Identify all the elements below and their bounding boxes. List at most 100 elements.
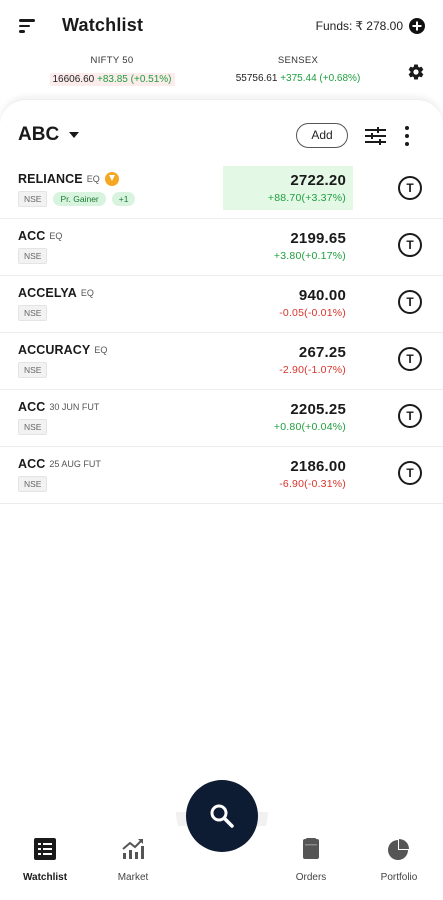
symbol-name: ACCELYA: [18, 286, 77, 300]
table-row[interactable]: RELIANCE EQ NSE Pr. Gainer +1 2722.20 +8…: [0, 162, 443, 219]
nav-label: Market: [117, 872, 149, 883]
menu-icon[interactable]: [19, 19, 35, 33]
nav-market[interactable]: Market: [93, 838, 173, 883]
trade-button[interactable]: T: [398, 233, 422, 257]
symbol-series: EQ: [86, 174, 100, 184]
funds-display[interactable]: Funds: ₹ 278.00: [316, 18, 425, 34]
last-price: 940.00: [298, 287, 346, 304]
add-funds-icon[interactable]: [409, 18, 425, 34]
index-name: SENSEX: [277, 55, 319, 66]
index-values: 16606.60 +83.85 (+0.51%): [49, 73, 175, 86]
price-cell: 267.25 -2.90(-1.07%): [223, 333, 353, 383]
symbol-series: 30 JUN FUT: [49, 402, 100, 412]
trade-button[interactable]: T: [398, 347, 422, 371]
table-row[interactable]: ACCELYA EQ NSE 940.00 -0.05(-0.01%) T: [0, 276, 443, 333]
symbol-cell: ACC EQ: [18, 229, 62, 243]
trade-button[interactable]: T: [398, 290, 422, 314]
last-price: 2205.25: [290, 401, 346, 418]
price-change: -6.90(-0.31%): [279, 478, 346, 490]
table-row[interactable]: ACCURACY EQ NSE 267.25 -2.90(-1.07%) T: [0, 333, 443, 390]
add-button[interactable]: Add: [296, 123, 348, 148]
more-options-icon[interactable]: [403, 126, 411, 146]
exchange-badge: NSE: [18, 476, 48, 492]
last-price: 2199.65: [290, 230, 346, 247]
price-change: -2.90(-1.07%): [279, 364, 346, 376]
nav-label: Watchlist: [22, 872, 68, 883]
index-name: NIFTY 50: [90, 55, 134, 66]
symbol-series: 25 AUG FUT: [49, 459, 101, 469]
price-cell: 2199.65 +3.80(+0.17%): [223, 219, 353, 269]
nav-watchlist[interactable]: Watchlist: [5, 838, 85, 883]
symbol-cell: ACCELYA EQ: [18, 286, 94, 300]
tags: NSE: [18, 248, 48, 264]
funds-label: Funds:: [315, 19, 353, 33]
table-row[interactable]: ACC 30 JUN FUT NSE 2205.25 +0.80(+0.04%)…: [0, 390, 443, 447]
watchlist-icon: [34, 838, 56, 860]
index-value: 16606.60: [52, 74, 95, 85]
top-app-bar: Watchlist Funds: ₹ 278.00: [0, 0, 443, 52]
price-cell: 2186.00 -6.90(-0.31%): [223, 447, 353, 497]
watchlist-panel: ABC Add RELIANCE EQ NSE Pr. Gainer +1 27…: [0, 99, 443, 819]
last-price: 2722.20: [290, 172, 346, 189]
nav-portfolio[interactable]: Portfolio: [359, 838, 439, 883]
symbol-name: ACC: [18, 229, 46, 243]
symbol-cell: ACC 30 JUN FUT: [18, 400, 99, 414]
price-change: -0.05(-0.01%): [279, 307, 346, 319]
chevron-down-icon: [69, 132, 80, 138]
exchange-badge: NSE: [18, 305, 48, 321]
symbol-name: ACC: [18, 457, 46, 471]
indices-strip: NIFTY 50 16606.60 +83.85 (+0.51%) SENSEX…: [0, 55, 443, 91]
symbol-name: ACCURACY: [18, 343, 91, 357]
tags: NSE: [18, 305, 48, 321]
symbol-series: EQ: [49, 231, 63, 241]
market-icon: [122, 839, 144, 859]
trade-button[interactable]: T: [398, 404, 422, 428]
symbol-cell: ACC 25 AUG FUT: [18, 457, 101, 471]
index-change: +375.44 (+0.68%): [280, 73, 361, 84]
last-price: 2186.00: [290, 458, 346, 475]
tags: NSE: [18, 476, 48, 492]
index-nifty[interactable]: NIFTY 50 16606.60 +83.85 (+0.51%): [32, 55, 192, 87]
price-cell: 2205.25 +0.80(+0.04%): [223, 390, 353, 440]
trade-button[interactable]: T: [398, 461, 422, 485]
page-title: Watchlist: [62, 15, 144, 35]
exchange-badge: NSE: [18, 362, 48, 378]
settings-gear-icon[interactable]: [407, 63, 425, 81]
nav-orders[interactable]: Orders: [271, 838, 351, 883]
exchange-badge: NSE: [18, 248, 48, 264]
portfolio-icon: [388, 839, 409, 860]
symbol-name: ACC: [18, 400, 46, 414]
search-fab-button[interactable]: [186, 780, 258, 852]
watchlist-name: ABC: [18, 124, 60, 145]
tags: NSE: [18, 419, 48, 435]
price-change: +0.80(+0.04%): [273, 421, 346, 433]
tags: NSE Pr. Gainer +1: [18, 191, 136, 207]
trade-button[interactable]: T: [398, 176, 422, 200]
symbol-series: EQ: [80, 288, 94, 298]
search-icon: [210, 804, 234, 828]
symbol-name: RELIANCE: [18, 172, 83, 186]
index-values: 55756.61 +375.44 (+0.68%): [218, 73, 378, 84]
symbol-cell: RELIANCE EQ: [18, 172, 119, 186]
watchlist-header: ABC Add: [0, 100, 443, 160]
orders-icon: [303, 838, 319, 859]
tags: NSE: [18, 362, 48, 378]
price-cell: 940.00 -0.05(-0.01%): [223, 276, 353, 326]
filter-sliders-icon[interactable]: [365, 127, 386, 145]
table-row[interactable]: ACC EQ NSE 2199.65 +3.80(+0.17%) T: [0, 219, 443, 276]
funds-value: ₹ 278.00: [355, 19, 403, 33]
symbol-series: EQ: [94, 345, 108, 355]
index-value: 55756.61: [235, 73, 278, 84]
nav-label: Portfolio: [380, 872, 418, 883]
price-change: +3.80(+0.17%): [273, 250, 346, 262]
alert-badge-icon: [104, 172, 119, 186]
tag-pill: +1: [111, 192, 136, 206]
exchange-badge: NSE: [18, 191, 48, 207]
watchlist-rows: RELIANCE EQ NSE Pr. Gainer +1 2722.20 +8…: [0, 162, 443, 504]
table-row[interactable]: ACC 25 AUG FUT NSE 2186.00 -6.90(-0.31%)…: [0, 447, 443, 504]
last-price: 267.25: [298, 344, 346, 361]
price-cell: 2722.20 +88.70(+3.37%): [223, 166, 353, 210]
watchlist-selector[interactable]: ABC: [18, 124, 80, 146]
price-change: +88.70(+3.37%): [267, 192, 346, 204]
index-sensex[interactable]: SENSEX 55756.61 +375.44 (+0.68%): [218, 55, 378, 84]
